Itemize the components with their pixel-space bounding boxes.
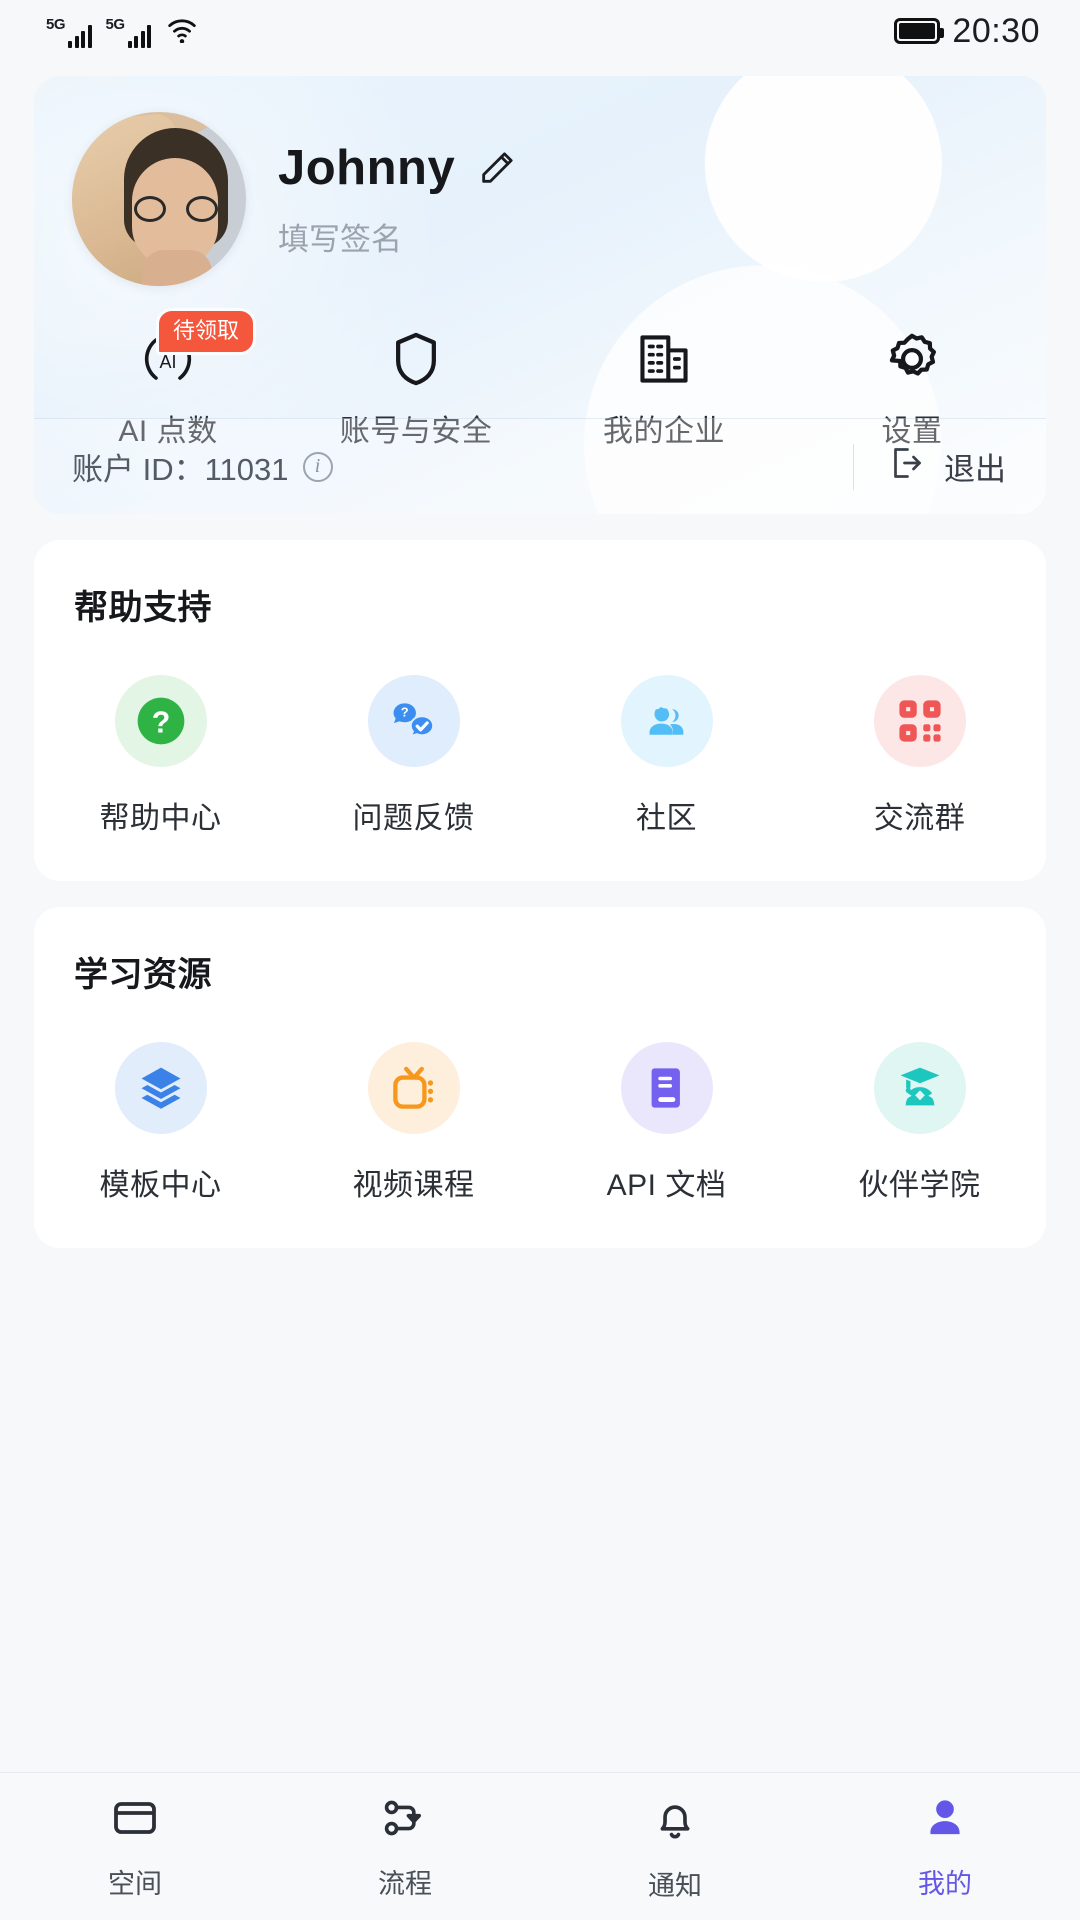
tab-flow[interactable]: 流程 (270, 1795, 540, 1901)
signal-bars-icon-2 (127, 24, 152, 48)
account-row: 账户 ID：11031 i 退出 (34, 418, 1046, 514)
profile-card: Johnny 填写签名 AI 待领取 AI 点数 账号与安全 我的企业 设置 账… (34, 76, 1046, 514)
graduation-cap-icon (873, 1042, 966, 1134)
account-id-label: 账户 ID：11031 (72, 452, 289, 487)
tab-space[interactable]: 空间 (0, 1795, 270, 1901)
profile-identity[interactable]: Johnny 填写签名 (34, 76, 1046, 286)
status-bar-clock: 20:30 (952, 11, 1040, 50)
wifi-icon (165, 15, 199, 48)
tab-profile[interactable]: 我的 (810, 1795, 1080, 1901)
space-box-icon (109, 1795, 161, 1846)
learning-item-video-courses[interactable]: 视频课程 (287, 1042, 540, 1204)
learning-item-label: API 文档 (606, 1169, 727, 1202)
signature-placeholder[interactable]: 填写签名 (278, 214, 517, 259)
help-item-community[interactable]: 社区 (540, 675, 793, 837)
info-icon[interactable]: i (302, 451, 333, 482)
learning-item-label: 模板中心 (99, 1169, 222, 1202)
logout-button[interactable]: 退出 (853, 443, 1006, 490)
chat-feedback-icon: ? (367, 675, 460, 767)
tab-label: 流程 (378, 1869, 432, 1899)
help-item-chat-group[interactable]: 交流群 (793, 675, 1046, 837)
learning-resources-grid: 模板中心 视频课程 API 文档 伙伴学院 (34, 1042, 1046, 1204)
status-bar-right: 20:30 (894, 12, 1040, 51)
logout-icon (888, 445, 924, 489)
signal-indicator-1: 5G (46, 17, 92, 48)
help-item-help-center[interactable]: ? 帮助中心 (34, 675, 287, 837)
learning-item-label: 视频课程 (352, 1169, 475, 1202)
svg-text:AI: AI (159, 352, 176, 372)
learning-resources-card: 学习资源 模板中心 视频课程 API 文档 伙伴学院 (34, 907, 1046, 1248)
profile-name-row: Johnny (278, 140, 517, 196)
profile-name-block: Johnny 填写签名 (278, 140, 517, 259)
help-item-label: 交流群 (873, 802, 966, 835)
book-icon (620, 1042, 713, 1134)
learning-item-template-center[interactable]: 模板中心 (34, 1042, 287, 1204)
help-support-title: 帮助支持 (74, 589, 212, 627)
avatar[interactable] (72, 112, 246, 286)
help-item-feedback[interactable]: ? 问题反馈 (287, 675, 540, 837)
gear-icon (883, 330, 941, 388)
user-name: Johnny (278, 140, 456, 195)
shield-icon (390, 330, 442, 388)
signal-bars-icon-1 (68, 24, 92, 48)
tab-label: 通知 (648, 1871, 702, 1901)
tv-icon (367, 1042, 460, 1134)
pencil-edit-icon[interactable] (477, 148, 517, 188)
bell-icon (652, 1795, 698, 1848)
svg-text:?: ? (151, 707, 170, 740)
flow-icon (380, 1795, 430, 1846)
status-bar-left: 5G 5G (46, 15, 199, 48)
layers-icon (114, 1042, 207, 1134)
account-id-block: 账户 ID：11031 i (72, 444, 333, 489)
network-type-1-label: 5G (46, 15, 66, 33)
question-mark-icon: ? (114, 675, 207, 767)
network-type-2-label: 5G (105, 15, 126, 33)
tab-label: 我的 (918, 1869, 972, 1899)
battery-icon (894, 18, 945, 44)
status-bar: 5G 5G 20:30 (0, 0, 1080, 62)
community-people-icon (620, 675, 713, 767)
help-item-label: 社区 (636, 802, 697, 835)
learning-item-api-docs[interactable]: API 文档 (540, 1042, 793, 1204)
logout-label: 退出 (944, 452, 1006, 487)
learning-resources-title: 学习资源 (74, 956, 212, 994)
help-item-label: 帮助中心 (99, 802, 222, 835)
learning-item-partner-academy[interactable]: 伙伴学院 (793, 1042, 1046, 1204)
help-support-card: 帮助支持 ? 帮助中心 ? 问题反馈 社区 交流群 (34, 540, 1046, 881)
bottom-tab-bar: 空间 流程 通知 我的 (0, 1772, 1080, 1920)
svg-text:?: ? (400, 705, 408, 720)
qr-code-icon (873, 675, 966, 767)
ai-points-icon: AI 待领取 (138, 308, 257, 388)
signal-indicator-2: 5G (106, 17, 152, 48)
person-icon (922, 1795, 968, 1846)
tab-label: 空间 (108, 1869, 162, 1899)
tab-notifications[interactable]: 通知 (540, 1795, 810, 1903)
help-item-label: 问题反馈 (352, 802, 475, 835)
ai-points-badge: 待领取 (155, 308, 257, 355)
learning-item-label: 伙伴学院 (858, 1169, 981, 1202)
help-support-grid: ? 帮助中心 ? 问题反馈 社区 交流群 (34, 675, 1046, 837)
building-icon (636, 330, 692, 388)
